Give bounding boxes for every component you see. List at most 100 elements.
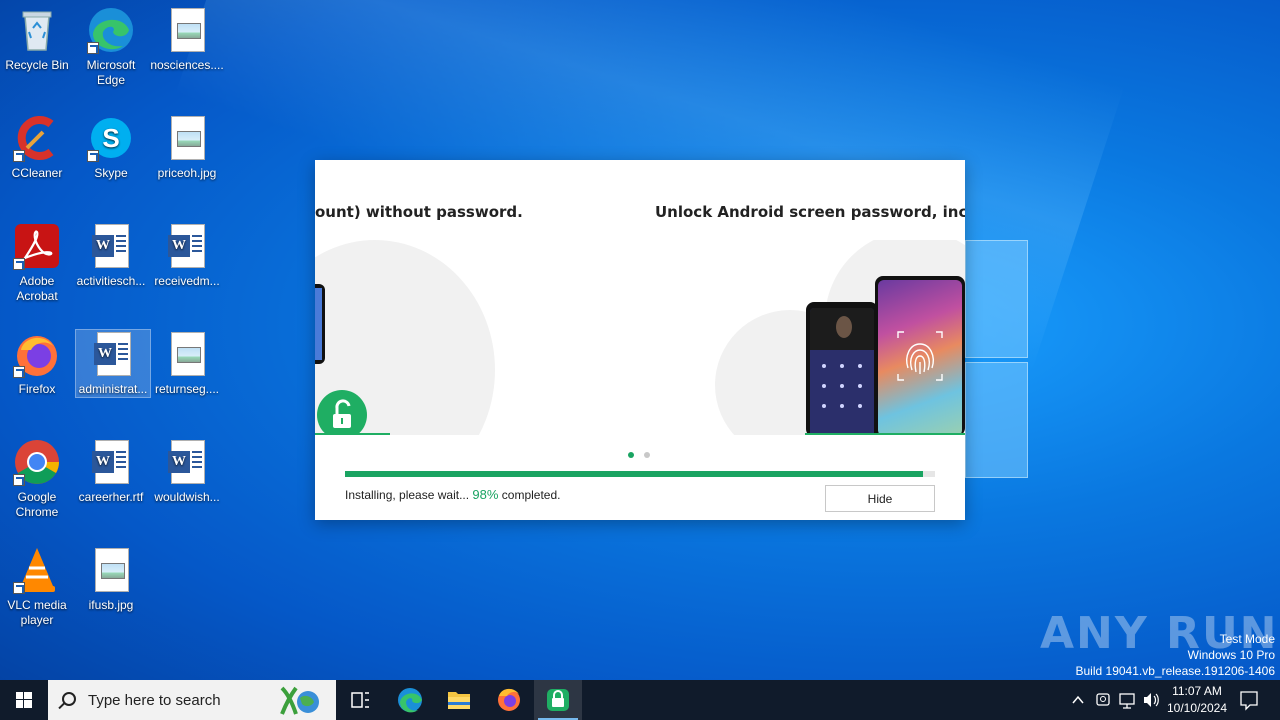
desktop-icon-microsoft-edge[interactable]: Microsoft Edge [74, 6, 148, 88]
icon-label: wouldwish... [154, 490, 220, 504]
promo-slideshow [315, 240, 965, 435]
word-document-icon: W [87, 438, 135, 486]
word-document-icon: W [89, 330, 137, 378]
fingerprint-icon [897, 331, 943, 381]
desktop-icon-vlc[interactable]: VLC media player [0, 546, 74, 628]
desktop-icon-adobe-acrobat[interactable]: Adobe Acrobat [0, 222, 74, 304]
word-document-icon: W [163, 222, 211, 270]
taskbar-file-explorer[interactable] [435, 680, 483, 720]
word-document-icon: W [87, 222, 135, 270]
install-progress-bar [345, 471, 935, 477]
icon-label: priceoh.jpg [157, 166, 217, 180]
taskbar-firefox[interactable] [485, 680, 533, 720]
firefox-icon [13, 330, 61, 378]
unlock-badge [317, 390, 367, 435]
adobe-acrobat-icon [13, 222, 61, 270]
pagination-dot-active[interactable] [628, 452, 634, 458]
desktop-icon-careerher[interactable]: W careerher.rtf [74, 438, 148, 505]
search-placeholder: Type here to search [88, 692, 221, 709]
taskbar: Type here to search 11:07 AM 10/10/2024 [0, 680, 1280, 720]
phone-lockscreen-illustration [806, 302, 878, 435]
firefox-icon [498, 688, 520, 711]
vlc-icon [13, 546, 61, 594]
hide-button[interactable]: Hide [825, 485, 935, 512]
wallpaper-windows-logo [965, 240, 1030, 480]
desktop-icon-firefox[interactable]: Firefox [0, 330, 74, 397]
chevron-up-icon [1072, 695, 1084, 704]
desktop-icon-priceoh[interactable]: priceoh.jpg [150, 114, 224, 181]
desktop-icon-ccleaner[interactable]: CCleaner [0, 114, 74, 181]
tray-device-icon-button[interactable] [1093, 680, 1113, 720]
edge-icon [87, 6, 135, 54]
icon-label: nosciences.... [150, 58, 224, 72]
word-document-icon: W [163, 438, 211, 486]
slideshow-pagination [628, 445, 660, 463]
desktop-icon-ifusb[interactable]: ifusb.jpg [74, 546, 148, 613]
ccleaner-icon [13, 114, 61, 162]
pagination-dot[interactable] [644, 452, 650, 458]
search-icon [62, 692, 76, 706]
taskbar-edge[interactable] [386, 680, 434, 720]
image-file-icon [163, 114, 211, 162]
volume-button[interactable] [1141, 680, 1161, 720]
clock-date: 10/10/2024 [1166, 701, 1228, 715]
desktop-icon-skype[interactable]: S Skype [74, 114, 148, 181]
clock-time: 11:07 AM [1172, 684, 1222, 698]
icon-label: Google Chrome [15, 490, 59, 519]
desktop-icon-nosciences[interactable]: nosciences.... [150, 6, 224, 73]
recycle-bin-icon [13, 6, 61, 54]
notification-icon [1240, 691, 1258, 711]
taskbar-installer-app[interactable] [534, 680, 582, 720]
chrome-icon [13, 438, 61, 486]
windows-start-icon [16, 692, 32, 708]
icon-label: receivedm... [154, 274, 220, 288]
taskbar-search-box[interactable]: Type here to search [48, 680, 336, 720]
android-unlock-app-icon [547, 689, 569, 711]
action-center-button[interactable] [1234, 680, 1264, 720]
taskbar-clock[interactable]: 11:07 AM 10/10/2024 [1162, 683, 1232, 717]
task-view-button[interactable] [336, 680, 384, 720]
desktop-icon-receivedm[interactable]: W receivedm... [150, 222, 224, 289]
network-icon [1119, 693, 1135, 709]
phone-edge-illustration [315, 284, 325, 364]
installer-window: ount) without password. Unlock Android s… [315, 160, 965, 520]
install-status-text: Installing, please wait... 98% completed… [345, 487, 561, 502]
icon-label: Skype [94, 166, 128, 180]
image-file-icon [163, 330, 211, 378]
start-button[interactable] [0, 680, 48, 720]
network-button[interactable] [1117, 680, 1137, 720]
device-icon [1096, 693, 1110, 706]
desktop-icon-wouldwish[interactable]: W wouldwish... [150, 438, 224, 505]
icon-label: VLC media player [7, 598, 67, 627]
icon-label: activitiesch... [76, 274, 146, 288]
svg-text:S: S [102, 123, 119, 153]
desktop-icon-google-chrome[interactable]: Google Chrome [0, 438, 74, 520]
icon-label: careerher.rtf [78, 490, 144, 504]
slide-caption-previous: ount) without password. [315, 203, 523, 221]
icon-label: administrat... [78, 382, 148, 396]
icon-label: Firefox [18, 382, 56, 396]
task-view-icon [351, 692, 369, 708]
image-file-icon [163, 6, 211, 54]
install-percent: 98% [472, 487, 499, 502]
icon-label: returnseg.... [154, 382, 220, 396]
windows-test-mode-watermark: Test Mode Windows 10 Pro Build 19041.vb_… [1075, 632, 1276, 678]
show-hidden-icons-button[interactable] [1068, 680, 1088, 720]
icon-label: Adobe Acrobat [16, 274, 58, 303]
folder-icon [448, 692, 470, 709]
desktop-icon-recycle-bin[interactable]: Recycle Bin [0, 6, 74, 73]
desktop-icon-administrat[interactable]: W administrat... [75, 329, 151, 398]
icon-label: Recycle Bin [5, 58, 69, 72]
unlock-icon [333, 399, 351, 428]
slide-caption-current: Unlock Android screen password, includir [655, 203, 965, 221]
icon-label: CCleaner [11, 166, 63, 180]
desktop-icon-activitiesch[interactable]: W activitiesch... [74, 222, 148, 289]
desktop-icon-returnseg[interactable]: returnseg.... [150, 330, 224, 397]
search-highlight-icon [280, 686, 319, 715]
image-file-icon [87, 546, 135, 594]
install-progress-fill [345, 471, 924, 477]
icon-label: Microsoft Edge [86, 58, 136, 87]
edge-icon [398, 688, 422, 713]
speaker-icon [1144, 693, 1159, 707]
phone-fingerprint-illustration [875, 276, 965, 435]
